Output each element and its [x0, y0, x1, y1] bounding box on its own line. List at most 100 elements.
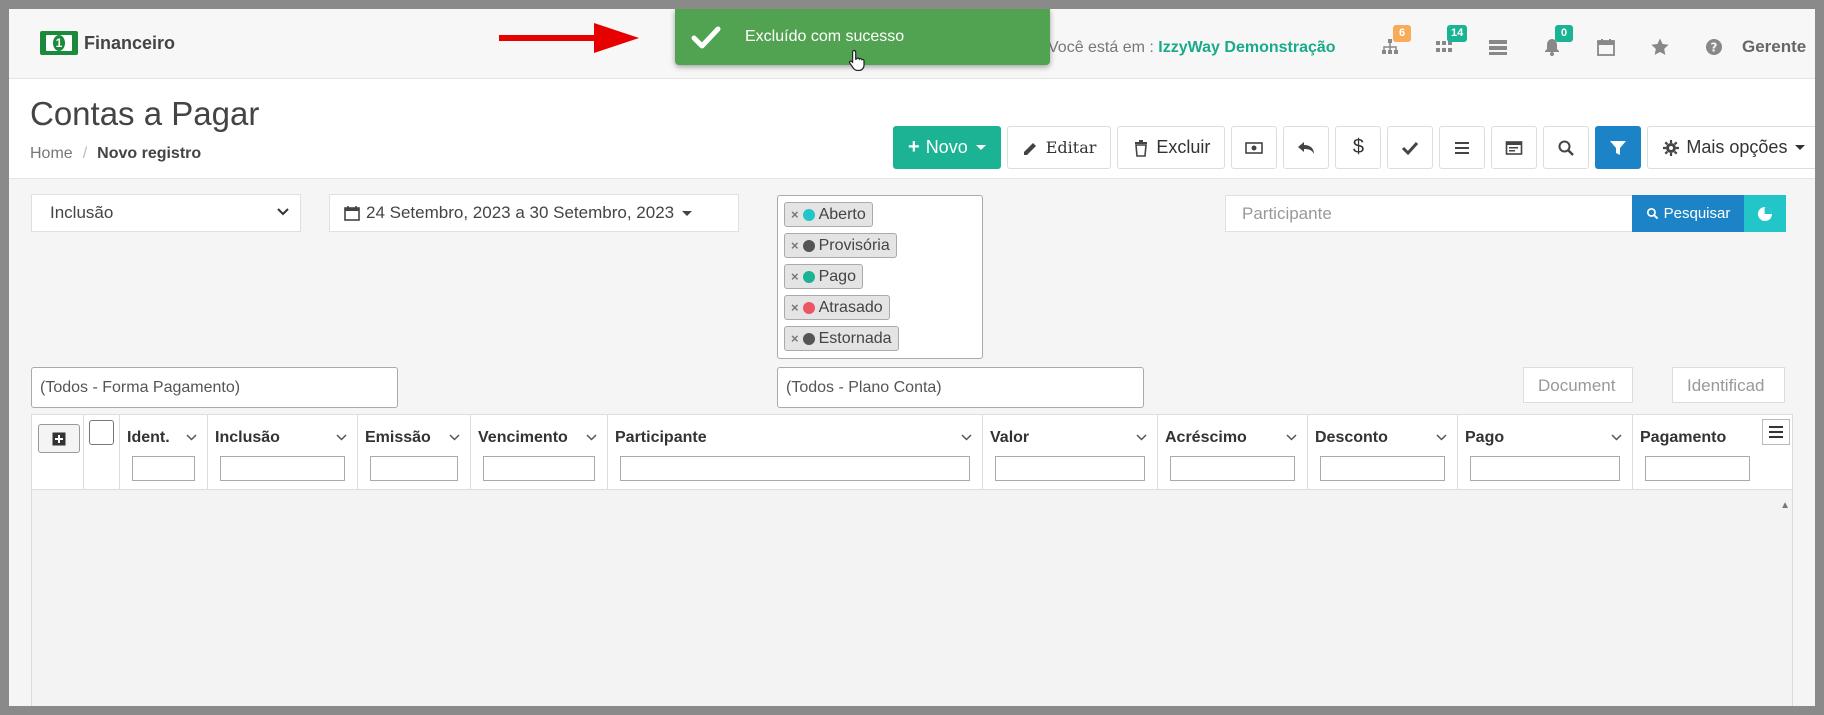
filter-emissao-input[interactable] — [370, 456, 458, 481]
chevron-down-icon[interactable] — [586, 429, 597, 447]
reply-icon — [1298, 141, 1315, 154]
filter-vencimento-input[interactable] — [483, 456, 595, 481]
status-tag-label: Provisória — [818, 236, 890, 254]
col-pago[interactable]: Pago — [1458, 415, 1633, 490]
chevron-down-icon[interactable] — [1136, 429, 1147, 447]
col-pagamento[interactable]: Pagamento — [1633, 415, 1794, 490]
column-label: Acréscimo — [1165, 429, 1247, 446]
grid-header: Ident. Inclusão Emissão Vencimento Parti — [32, 415, 1792, 490]
filter-pagamento-input[interactable] — [1645, 456, 1750, 481]
breadcrumb-home[interactable]: Home — [30, 145, 73, 163]
excluir-button[interactable]: Excluir — [1117, 126, 1226, 169]
filter-desconto-input[interactable] — [1320, 456, 1445, 481]
select-all-checkbox[interactable] — [89, 420, 114, 445]
chevron-down-icon[interactable] — [336, 429, 347, 447]
help-icon[interactable]: ? — [1687, 33, 1741, 61]
filter-button[interactable] — [1595, 126, 1642, 169]
status-tag-label: Estornada — [818, 329, 892, 347]
column-label: Desconto — [1315, 429, 1388, 446]
breadcrumb-current: Novo registro — [97, 145, 202, 162]
status-tag-estornada[interactable]: × Estornada — [784, 326, 899, 351]
col-vencimento[interactable]: Vencimento — [471, 415, 608, 490]
page-header: Contas a Pagar Home / Novo registro + No… — [9, 79, 1815, 179]
column-label: Vencimento — [478, 429, 568, 446]
column-menu-button[interactable] — [1762, 419, 1790, 445]
remove-tag-icon[interactable]: × — [791, 331, 799, 346]
chevron-down-icon[interactable] — [1286, 429, 1297, 447]
pesquisar-button[interactable]: Pesquisar — [1632, 195, 1744, 232]
status-multiselect[interactable]: × Aberto × Provisória × Pago × Atrasado × Est… — [777, 195, 983, 359]
server-icon[interactable] — [1471, 33, 1525, 61]
remove-tag-icon[interactable]: × — [791, 238, 799, 253]
column-label: Pagamento — [1640, 429, 1727, 446]
reply-button[interactable] — [1283, 126, 1330, 169]
filter-ident-input[interactable] — [132, 456, 195, 481]
document-column-toggle[interactable]: Document — [1523, 367, 1633, 403]
status-tag-provisoria[interactable]: × Provisória — [784, 233, 897, 258]
scroll-up-icon[interactable]: ▲ — [1780, 500, 1790, 511]
dollar-button[interactable]: $ — [1335, 126, 1382, 169]
status-dot — [802, 270, 815, 283]
identificador-column-toggle[interactable]: Identificad — [1672, 367, 1785, 403]
col-participante[interactable]: Participante — [608, 415, 983, 490]
editar-button[interactable]: Editar — [1006, 126, 1112, 169]
chevron-down-icon[interactable] — [1611, 429, 1622, 447]
col-desconto[interactable]: Desconto — [1308, 415, 1458, 490]
col-inclusao[interactable]: Inclusão — [208, 415, 358, 490]
plus-square-icon — [52, 432, 66, 445]
money-button[interactable] — [1231, 126, 1278, 169]
money-icon: 1 — [40, 31, 78, 55]
calendar-icon[interactable] — [1579, 33, 1633, 61]
chevron-down-icon[interactable] — [186, 429, 197, 447]
novo-button[interactable]: + Novo — [893, 126, 1001, 169]
filter-pago-input[interactable] — [1470, 456, 1620, 481]
list-button[interactable] — [1439, 126, 1486, 169]
search-button[interactable] — [1543, 126, 1590, 169]
col-valor[interactable]: Valor — [983, 415, 1158, 490]
pencil-icon — [1023, 142, 1036, 155]
filter-inclusao-input[interactable] — [220, 456, 345, 481]
expand-column — [32, 415, 84, 490]
company-link[interactable]: IzzyWay Demonstração — [1158, 39, 1335, 56]
status-tag-pago[interactable]: × Pago — [784, 264, 863, 289]
col-ident[interactable]: Ident. — [120, 415, 208, 490]
col-emissao[interactable]: Emissão — [358, 415, 471, 490]
status-tag-aberto[interactable]: × Aberto — [784, 202, 873, 227]
filter-participante-input[interactable] — [620, 456, 970, 481]
participante-input[interactable]: Participante — [1225, 195, 1633, 232]
column-label: Inclusão — [215, 429, 280, 446]
status-tag-label: Aberto — [818, 205, 866, 223]
chevron-down-icon — [277, 208, 289, 216]
expand-all-button[interactable] — [38, 424, 80, 453]
chevron-down-icon[interactable] — [1436, 429, 1447, 447]
pie-chart-button[interactable] — [1744, 195, 1786, 232]
filter-valor-input[interactable] — [995, 456, 1145, 481]
remove-tag-icon[interactable]: × — [791, 300, 799, 315]
list-icon — [1455, 141, 1470, 154]
remove-tag-icon[interactable]: × — [791, 207, 799, 222]
sitemap-icon[interactable]: 6 — [1363, 25, 1417, 61]
window-button[interactable] — [1491, 126, 1538, 169]
bell-icon[interactable]: 0 — [1525, 25, 1579, 61]
column-label: Valor — [990, 429, 1030, 446]
user-menu[interactable]: Gerente — [1742, 37, 1806, 57]
star-icon[interactable] — [1633, 33, 1687, 61]
confirm-button[interactable] — [1387, 126, 1434, 169]
chevron-down-icon[interactable] — [449, 429, 460, 447]
chevron-down-icon[interactable] — [961, 429, 972, 447]
window-icon — [1506, 140, 1523, 155]
forma-pagamento-select[interactable]: (Todos - Forma Pagamento) — [31, 367, 398, 408]
column-label: Participante — [615, 429, 707, 446]
col-acrescimo[interactable]: Acréscimo — [1158, 415, 1308, 490]
remove-tag-icon[interactable]: × — [791, 269, 799, 284]
plano-conta-select[interactable]: (Todos - Plano Conta) — [777, 367, 1144, 408]
brand[interactable]: 1 Financeiro — [40, 31, 175, 55]
status-tag-label: Pago — [818, 267, 856, 285]
grid-icon[interactable]: 14 — [1417, 25, 1471, 61]
date-range-picker[interactable]: 24 Setembro, 2023 a 30 Setembro, 2023 — [329, 194, 739, 232]
mais-opcoes-button[interactable]: Mais opções — [1647, 126, 1815, 169]
date-type-select[interactable]: Inclusão — [31, 194, 301, 232]
filter-acrescimo-input[interactable] — [1170, 456, 1295, 481]
status-tag-atrasado[interactable]: × Atrasado — [784, 295, 890, 320]
breadcrumb: Home / Novo registro — [30, 145, 201, 163]
